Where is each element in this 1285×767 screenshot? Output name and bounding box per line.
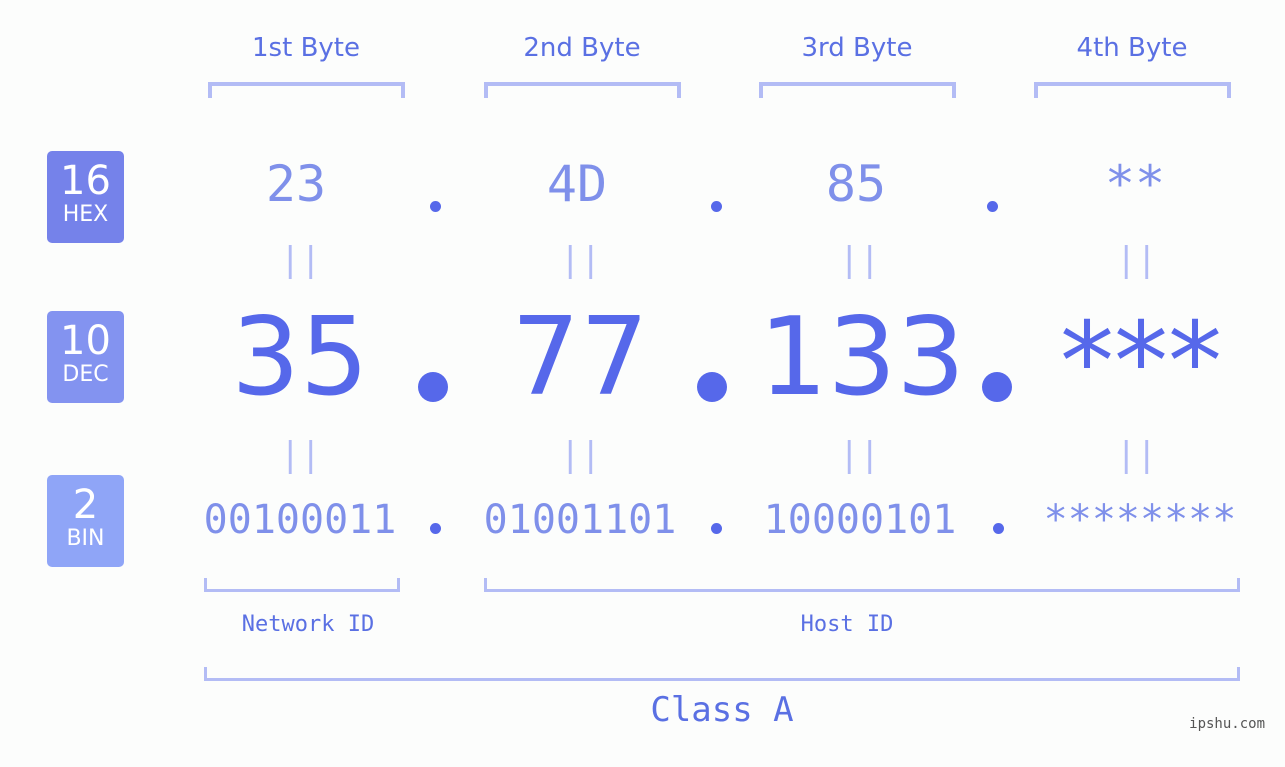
dec-badge-label: DEC xyxy=(62,362,109,387)
byte-bracket-2 xyxy=(484,82,681,98)
bin-badge-label: BIN xyxy=(66,526,105,551)
byte-header-1: 1st Byte xyxy=(252,33,360,63)
dec-octet-3: 133 xyxy=(758,295,966,420)
hex-octet-3: 85 xyxy=(825,155,887,213)
host-id-bracket xyxy=(484,578,1240,592)
bin-badge: 2 BIN xyxy=(47,475,124,567)
hex-separator-dot xyxy=(987,201,998,212)
byte-bracket-3 xyxy=(759,82,956,98)
class-bracket xyxy=(204,667,1240,681)
bin-octet-1: 00100011 xyxy=(203,497,397,543)
byte-header-2: 2nd Byte xyxy=(523,33,641,63)
dec-badge-base: 10 xyxy=(60,318,111,364)
hex-octet-2: 4D xyxy=(546,155,608,213)
dec-separator-dot xyxy=(982,372,1012,402)
bin-badge-base: 2 xyxy=(72,482,99,528)
hex-badge-base: 16 xyxy=(60,158,111,204)
watermark: ipshu.com xyxy=(1189,716,1265,732)
hex-badge-label: HEX xyxy=(62,202,109,227)
hex-separator-dot xyxy=(711,201,722,212)
hex-octet-4: ** xyxy=(1104,155,1166,213)
class-label: Class A xyxy=(650,690,794,730)
dec-octet-4: *** xyxy=(1060,300,1222,425)
byte-bracket-4 xyxy=(1034,82,1231,98)
equals-sign: || xyxy=(280,435,321,475)
network-id-label: Network ID xyxy=(241,612,375,637)
equals-sign: || xyxy=(1116,240,1157,280)
hex-badge: 16 HEX xyxy=(47,151,124,243)
byte-header-4: 4th Byte xyxy=(1076,33,1188,63)
hex-octet-1: 23 xyxy=(265,155,327,213)
bin-separator-dot xyxy=(711,523,722,534)
dec-octet-1: 35 xyxy=(231,295,369,420)
network-id-bracket xyxy=(204,578,400,592)
dec-octet-2: 77 xyxy=(511,295,649,420)
equals-sign: || xyxy=(839,435,880,475)
equals-sign: || xyxy=(1116,435,1157,475)
bin-octet-3: 10000101 xyxy=(763,497,957,543)
bin-separator-dot xyxy=(430,523,441,534)
byte-header-3: 3rd Byte xyxy=(801,33,913,63)
dec-separator-dot xyxy=(697,372,727,402)
equals-sign: || xyxy=(839,240,880,280)
equals-sign: || xyxy=(560,435,601,475)
dec-badge: 10 DEC xyxy=(47,311,124,403)
host-id-label: Host ID xyxy=(800,612,894,637)
bin-octet-2: 01001101 xyxy=(483,497,677,543)
equals-sign: || xyxy=(560,240,601,280)
bin-octet-4: ******** xyxy=(1043,497,1237,543)
byte-bracket-1 xyxy=(208,82,405,98)
equals-sign: || xyxy=(280,240,321,280)
bin-separator-dot xyxy=(993,523,1004,534)
dec-separator-dot xyxy=(418,372,448,402)
hex-separator-dot xyxy=(430,201,441,212)
